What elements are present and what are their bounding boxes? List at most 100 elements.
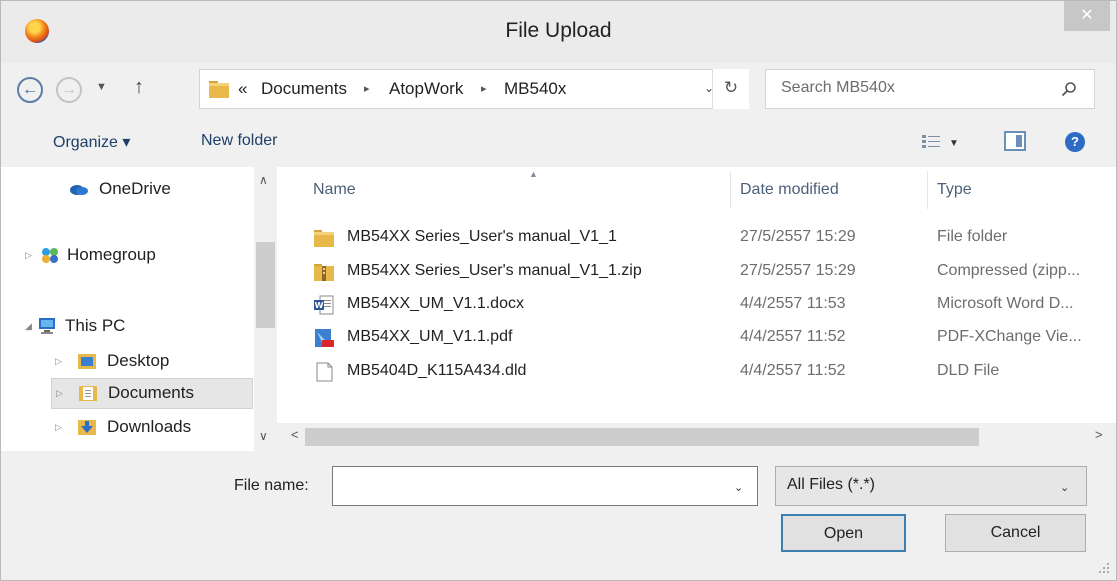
dialog-footer: File name: ⌄ All Files (*.*) ⌄ Open Canc… — [1, 451, 1116, 580]
sidebar-item-documents[interactable]: ▷ Documents — [51, 378, 253, 409]
address-bar[interactable]: « Documents ▸ AtopWork ▸ MB540x ⌄ — [199, 69, 749, 109]
pdf-icon — [315, 329, 334, 347]
breadcrumb-documents[interactable]: Documents — [261, 79, 347, 99]
preview-pane-icon[interactable] — [1004, 131, 1026, 151]
file-list: ▲ Name Date modified Type MB54XX Series_… — [277, 167, 1116, 451]
file-date: 27/5/2557 15:29 — [740, 228, 856, 245]
column-divider[interactable] — [730, 171, 731, 209]
sidebar-item-label: Homegroup — [67, 245, 156, 264]
file-name: MB54XX Series_User's manual_V1_1.zip — [347, 262, 642, 279]
file-name: MB54XX Series_User's manual_V1_1 — [347, 228, 617, 245]
file-row[interactable]: MB5404D_K115A434.dld 4/4/2557 11:52 DLD … — [307, 358, 1117, 386]
breadcrumb-separator[interactable]: ▸ — [481, 82, 487, 95]
view-options-dropdown[interactable]: ▼ — [949, 138, 959, 149]
file-name: MB5404D_K115A434.dld — [347, 362, 527, 379]
file-date: 4/4/2557 11:52 — [740, 362, 846, 379]
column-header-date[interactable]: Date modified — [740, 181, 839, 199]
recent-locations-dropdown[interactable]: ▼ — [96, 81, 107, 93]
file-name-dropdown[interactable]: ⌄ — [734, 481, 743, 494]
sidebar-item-label: Documents — [108, 383, 194, 402]
navigation-pane: OneDrive ▷ Homegroup ◢ This PC ▷ Desktop… — [1, 167, 277, 451]
back-button[interactable]: ← — [17, 77, 43, 103]
horizontal-scroll-thumb[interactable] — [305, 428, 979, 446]
column-divider[interactable] — [927, 171, 928, 209]
sort-ascending-icon: ▲ — [529, 169, 538, 179]
forward-button[interactable]: → — [56, 77, 82, 103]
resize-grip-icon[interactable] — [1098, 562, 1110, 574]
close-button[interactable]: ✕ — [1064, 1, 1110, 31]
organize-button[interactable]: Organize ▾ — [53, 132, 130, 152]
downloads-icon — [78, 420, 96, 435]
file-name-input[interactable] — [332, 466, 758, 506]
chevron-down-icon[interactable]: ⌄ — [1060, 481, 1069, 494]
scroll-down-icon[interactable]: ∨ — [259, 429, 268, 443]
file-row[interactable]: MB54XX Series_User's manual_V1_1.zip 27/… — [307, 258, 1117, 286]
title-bar: File Upload ✕ — [1, 1, 1116, 63]
homegroup-icon — [42, 248, 58, 263]
file-name: MB54XX_UM_V1.1.docx — [347, 295, 524, 312]
help-icon[interactable]: ? — [1065, 132, 1085, 152]
file-type: Compressed (zipp... — [937, 262, 1081, 279]
file-row[interactable]: W MB54XX_UM_V1.1.docx 4/4/2557 11:53 Mic… — [307, 291, 1117, 319]
onedrive-icon — [70, 185, 88, 195]
sidebar-scroll-thumb[interactable] — [256, 242, 275, 328]
search-input[interactable]: Search MB540x — [781, 79, 895, 97]
window-title: File Upload — [505, 19, 612, 42]
column-header-name[interactable]: Name — [313, 181, 356, 199]
collapse-arrow-icon[interactable]: ◢ — [25, 321, 32, 332]
sidebar-item-label: Downloads — [107, 417, 192, 436]
sidebar-item-label: Desktop — [107, 351, 170, 370]
folder-icon — [314, 230, 334, 247]
file-date: 4/4/2557 11:52 — [740, 328, 846, 345]
sidebar-item-label: OneDrive — [99, 179, 171, 198]
horizontal-scrollbar[interactable]: < > — [277, 423, 1116, 451]
breadcrumb-separator[interactable]: ▸ — [364, 82, 370, 95]
file-type-value[interactable]: All Files (*.*) — [787, 476, 875, 494]
file-type: File folder — [937, 228, 1008, 245]
scroll-up-icon[interactable]: ∧ — [259, 173, 268, 187]
breadcrumb-mb540x[interactable]: MB540x — [504, 79, 566, 99]
sidebar-item-desktop[interactable]: ▷ Desktop — [51, 347, 253, 375]
pc-icon — [39, 318, 55, 334]
scroll-left-icon[interactable]: < — [291, 427, 299, 442]
expand-arrow-icon[interactable]: ▷ — [55, 422, 62, 433]
file-row[interactable]: MB54XX_UM_V1.1.pdf 4/4/2557 11:52 PDF-XC… — [307, 324, 1117, 352]
file-type: DLD File — [937, 362, 1000, 379]
sidebar-item-onedrive[interactable]: OneDrive — [69, 175, 249, 203]
sidebar-item-homegroup[interactable]: ▷ Homegroup — [25, 241, 253, 269]
svg-text:W: W — [315, 301, 324, 310]
expand-arrow-icon[interactable]: ▷ — [25, 250, 32, 261]
refresh-button[interactable]: ↻ — [712, 69, 749, 109]
sidebar-item-label: This PC — [65, 316, 126, 335]
desktop-icon — [78, 354, 96, 369]
documents-icon — [79, 386, 97, 401]
new-folder-button[interactable]: New folder — [201, 132, 277, 150]
sidebar-scrollbar[interactable]: ∧ ∨ — [254, 167, 277, 451]
zip-folder-icon — [314, 264, 334, 281]
breadcrumb-atopwork[interactable]: AtopWork — [389, 79, 463, 99]
expand-arrow-icon[interactable]: ▷ — [56, 388, 63, 399]
expand-arrow-icon[interactable]: ▷ — [55, 356, 62, 367]
up-button[interactable]: ↑ — [134, 76, 144, 99]
sidebar-item-this-pc[interactable]: ◢ This PC — [25, 312, 253, 340]
command-bar: Organize ▾ New folder ▼ ? — [1, 117, 1116, 167]
view-options-icon[interactable] — [921, 133, 941, 151]
content-area: OneDrive ▷ Homegroup ◢ This PC ▷ Desktop… — [1, 167, 1116, 451]
breadcrumb-overflow[interactable]: « — [238, 79, 247, 99]
scroll-right-icon[interactable]: > — [1095, 427, 1103, 442]
search-icon[interactable] — [1061, 81, 1077, 97]
blank-file-icon — [316, 362, 333, 382]
file-type: PDF-XChange Vie... — [937, 328, 1082, 345]
file-upload-dialog: File Upload ✕ ← → ▼ ↑ « Documents ▸ Atop… — [0, 0, 1117, 581]
open-button[interactable]: Open — [781, 514, 906, 552]
column-header-type[interactable]: Type — [937, 181, 972, 199]
sidebar-item-downloads[interactable]: ▷ Downloads — [51, 413, 253, 441]
folder-icon — [209, 81, 229, 98]
file-date: 27/5/2557 15:29 — [740, 262, 856, 279]
file-type-select[interactable]: All Files (*.*) ⌄ — [775, 466, 1087, 506]
file-name-label: File name: — [234, 477, 309, 494]
file-row[interactable]: MB54XX Series_User's manual_V1_1 27/5/25… — [307, 224, 1117, 252]
search-box[interactable]: Search MB540x — [765, 69, 1095, 109]
cancel-button[interactable]: Cancel — [945, 514, 1086, 552]
file-name: MB54XX_UM_V1.1.pdf — [347, 328, 513, 345]
